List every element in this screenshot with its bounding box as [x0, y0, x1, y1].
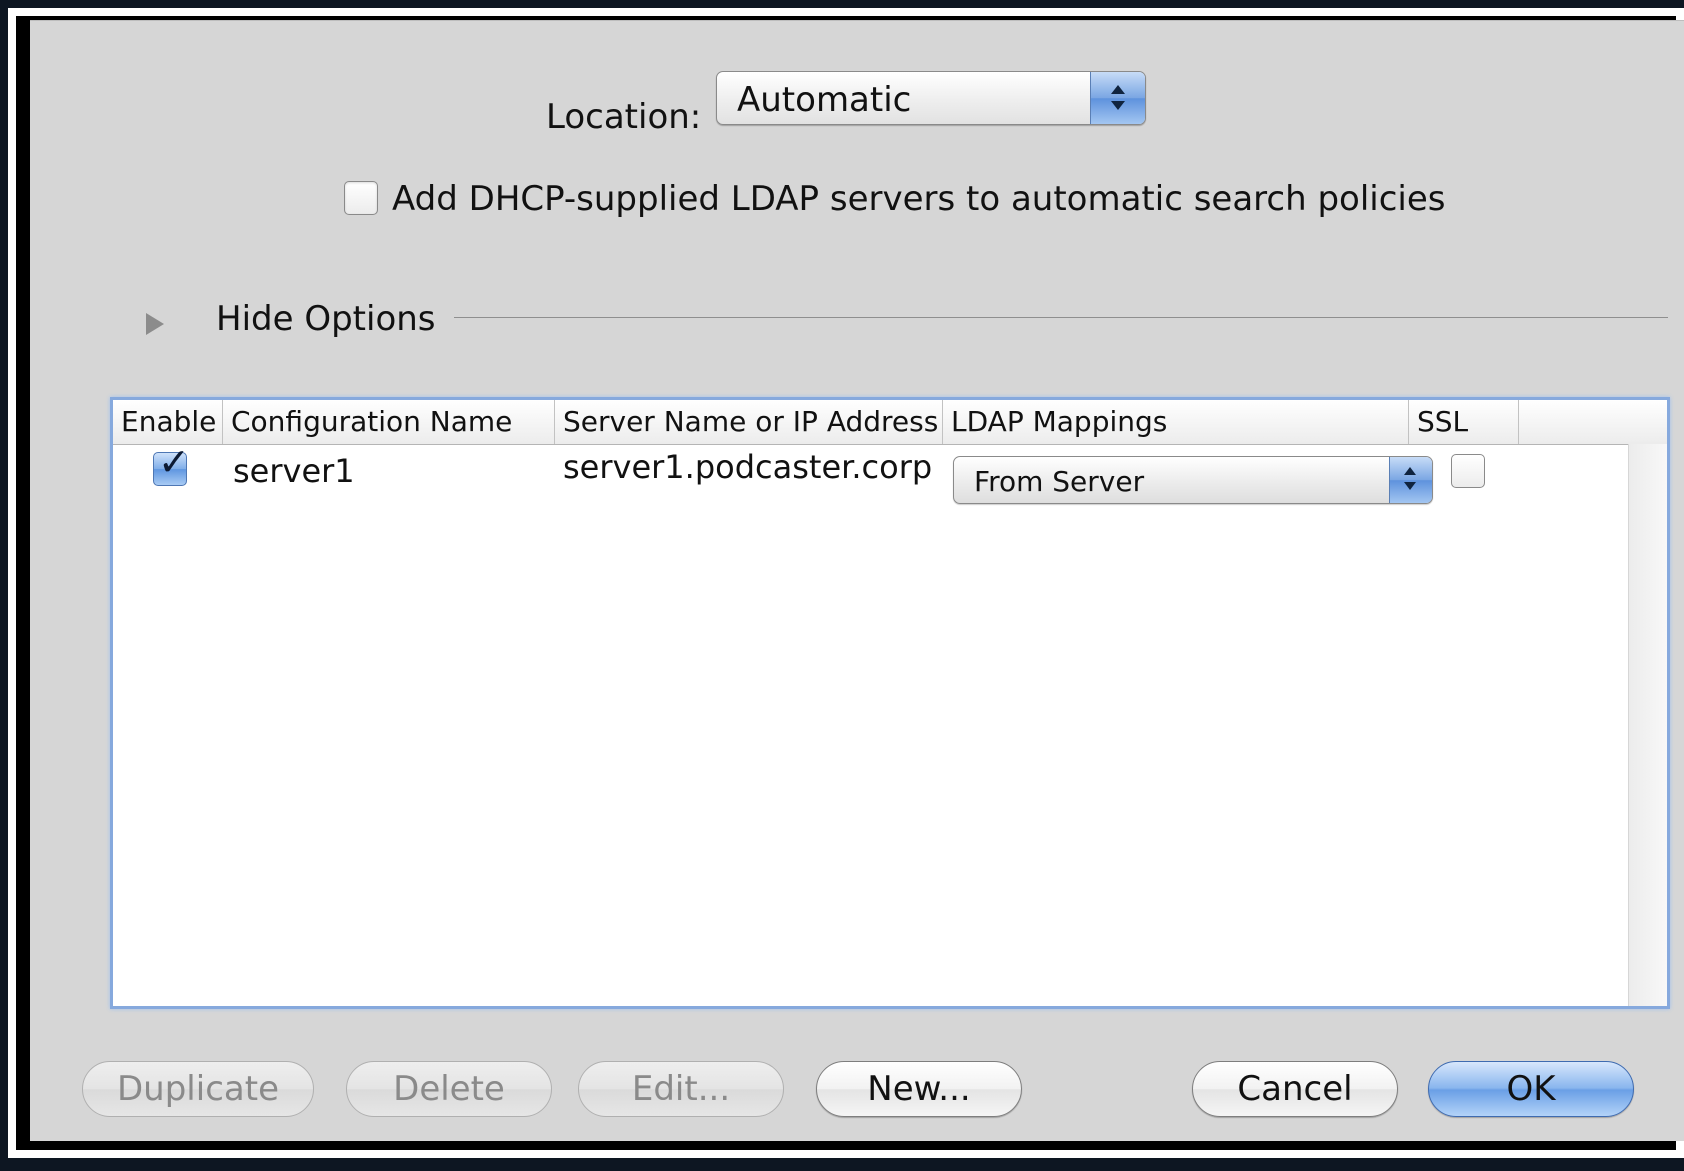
location-popup[interactable]: Automatic — [716, 71, 1146, 125]
checkmark-icon: ✓ — [158, 440, 190, 484]
column-header-configuration-name[interactable]: Configuration Name — [223, 400, 555, 444]
table-header: Enable Configuration Name Server Name or… — [113, 400, 1667, 445]
enable-checkbox[interactable]: ✓ — [153, 443, 190, 486]
new-button[interactable]: New... — [816, 1061, 1022, 1117]
popup-arrows-icon — [1090, 72, 1145, 124]
location-label: Location: — [546, 97, 702, 137]
column-header-enable[interactable]: Enable — [113, 400, 223, 444]
table-scrollbar[interactable] — [1628, 444, 1667, 1006]
edit-button[interactable]: Edit... — [578, 1061, 784, 1117]
hide-options-toggle[interactable]: Hide Options — [216, 299, 436, 339]
server-name-cell[interactable]: server1.podcaster.corp — [563, 448, 932, 486]
column-header-server-name[interactable]: Server Name or IP Address — [555, 400, 943, 444]
cancel-button[interactable]: Cancel — [1192, 1061, 1398, 1117]
options-divider — [454, 317, 1668, 318]
ssl-checkbox[interactable] — [1451, 454, 1485, 488]
ldap-mappings-value: From Server — [974, 465, 1145, 498]
disclosure-triangle-icon[interactable] — [146, 313, 164, 335]
ldap-configuration-sheet: Location: Automatic Add DHCP-supplied LD… — [30, 20, 1684, 1141]
location-selected-value: Automatic — [737, 80, 912, 120]
ldap-server-table[interactable]: Enable Configuration Name Server Name or… — [110, 397, 1670, 1009]
ok-button[interactable]: OK — [1428, 1061, 1634, 1117]
popup-arrows-icon — [1389, 457, 1432, 503]
ldap-mappings-popup[interactable]: From Server — [953, 456, 1433, 504]
dhcp-checkbox[interactable] — [344, 181, 378, 215]
delete-button[interactable]: Delete — [346, 1061, 552, 1117]
column-header-ssl[interactable]: SSL — [1409, 400, 1519, 444]
dhcp-label[interactable]: Add DHCP-supplied LDAP servers to automa… — [392, 179, 1446, 219]
dhcp-option: Add DHCP-supplied LDAP servers to automa… — [344, 179, 1446, 225]
duplicate-button[interactable]: Duplicate — [82, 1061, 314, 1117]
column-header-ldap-mappings[interactable]: LDAP Mappings — [943, 400, 1409, 444]
config-name-cell[interactable]: server1 — [233, 452, 355, 490]
